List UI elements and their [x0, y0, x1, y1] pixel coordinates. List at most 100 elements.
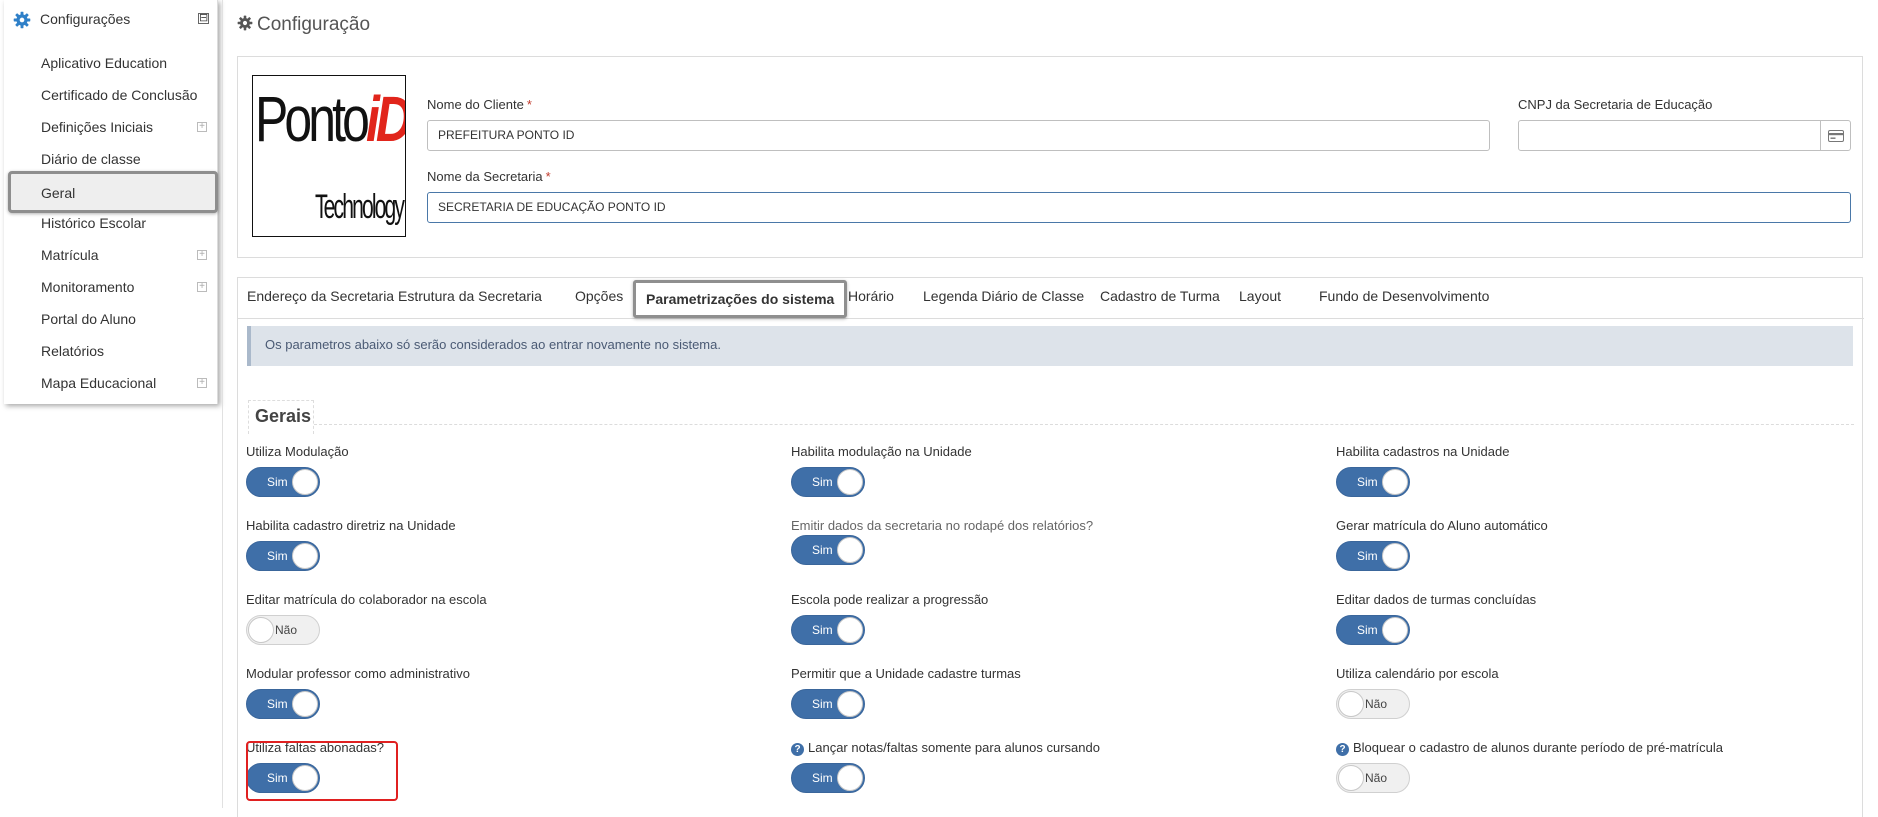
toggle-switch[interactable]: Não [1336, 689, 1410, 719]
toggle-value: Sim [1357, 549, 1378, 563]
tab-layout[interactable]: Layout [1239, 288, 1281, 304]
cnpj-input[interactable] [1518, 120, 1851, 151]
nome-secretaria-label: Nome da Secretaria * [427, 169, 551, 184]
option-label-text: Utiliza Modulação [246, 444, 349, 459]
page-title-text: Configuração [257, 14, 371, 35]
gear-icon [237, 15, 253, 31]
expand-icon[interactable]: + [197, 378, 207, 388]
tab-parametrizacoes-do-sistema[interactable]: Parametrizações do sistema [633, 280, 848, 318]
option-label-text: Bloquear o cadastro de alunos durante pe… [1353, 740, 1724, 755]
toggle-value: Não [1365, 697, 1388, 711]
sidebar-item-aplicativo-education[interactable]: Aplicativo Education [4, 47, 218, 79]
sidebar-item-label: Diário de classe [41, 151, 141, 167]
sidebar-item-mapa-educacional[interactable]: Mapa Educacional + [4, 367, 218, 399]
sidebar-item-label: Definições Iniciais [41, 119, 154, 135]
tab-cadastro-de-turma[interactable]: Cadastro de Turma [1100, 288, 1220, 304]
toggle-switch[interactable]: Sim [791, 467, 865, 497]
toggle-value: Sim [812, 475, 833, 489]
main-content: Configuração PontoiD Technology Nome do … [222, 0, 1878, 817]
toggle-switch[interactable]: Sim [1336, 615, 1410, 645]
help-icon[interactable]: ? [791, 743, 804, 756]
option-label: Escola pode realizar a progressão [791, 592, 988, 607]
option-label: Habilita modulação na Unidade [791, 444, 972, 459]
page-title: Configuração [237, 14, 370, 36]
toggle-switch[interactable]: Não [1336, 763, 1410, 793]
expand-icon[interactable]: + [197, 250, 207, 260]
expand-icon[interactable]: + [197, 282, 207, 292]
sidebar-item-label: Aplicativo Education [41, 55, 168, 71]
toggle-value: Sim [812, 697, 833, 711]
toggle-switch[interactable]: Sim [791, 615, 865, 645]
option-label: Utiliza calendário por escola [1336, 666, 1499, 681]
toggle-switch[interactable]: Sim [1336, 467, 1410, 497]
toggle-knob [837, 617, 863, 643]
toggle-switch[interactable]: Sim [246, 467, 320, 497]
toggle-value: Sim [812, 543, 833, 557]
tab-fundo-de-desenvolvimento[interactable]: Fundo de Desenvolvimento [1319, 288, 1489, 304]
sidebar-item-certificado-de-conclusao[interactable]: Certificado de Conclusão [4, 79, 218, 111]
help-icon[interactable]: ? [1336, 743, 1349, 756]
toggle-knob [292, 691, 318, 717]
nome-cliente-input[interactable]: PREFEITURA PONTO ID [427, 120, 1490, 151]
tab-bar: Endereço da Secretaria Estrutura da Secre… [238, 278, 1864, 319]
option-label-text: Escola pode realizar a progressão [791, 592, 989, 607]
option-label-text: Utiliza calendário por escola [1336, 666, 1499, 681]
option-label: ? Lançar notas/faltas somente para alunos… [791, 740, 1100, 756]
toggle-switch[interactable]: Sim [246, 541, 320, 571]
option-label-text: Habilita cadastro diretriz na Unidade [246, 518, 456, 533]
section-title: Gerais [255, 406, 312, 426]
option-label-text: Lançar notas/faltas somente para alunos … [808, 740, 1100, 755]
sidebar-item-historico-escolar[interactable]: Histórico Escolar [4, 207, 218, 239]
client-panel: PontoiD Technology Nome do Cliente * PREF… [237, 56, 1863, 258]
toggle-switch[interactable]: Sim [246, 689, 320, 719]
expand-icon[interactable]: + [197, 122, 207, 132]
sidebar-item-monitoramento[interactable]: Monitoramento + [4, 271, 218, 303]
toggle-value: Sim [267, 697, 288, 711]
option-label: Modular professor como administrativo [246, 666, 470, 681]
tab-legenda-diario-de-classe[interactable]: Legenda Diário de Classe [923, 288, 1084, 304]
toggle-knob [248, 617, 274, 643]
credit-card-icon [1820, 121, 1850, 150]
sidebar-item-label: Mapa Educacional [41, 375, 157, 391]
toggle-knob [837, 765, 863, 791]
sidebar-item-relatorios[interactable]: Relatórios [4, 335, 218, 367]
toggle-value: Sim [812, 771, 833, 785]
toggle-knob [1338, 765, 1364, 791]
nome-cliente-label: Nome do Cliente * [427, 97, 532, 112]
client-logo: PontoiD Technology [252, 75, 406, 237]
toggle-switch[interactable]: Sim [791, 535, 865, 565]
sidebar-item-label: Portal do Aluno [41, 311, 136, 327]
logo-subtext: Technology [315, 188, 405, 226]
tab-endereco-da-secretaria[interactable]: Endereço da Secretaria [247, 288, 394, 304]
collapse-icon[interactable]: ⊟ [198, 13, 209, 24]
tab-horario[interactable]: Horário [848, 288, 894, 304]
option-label-text: Gerar matrícula do Aluno automático [1336, 518, 1548, 533]
toggle-switch[interactable]: Sim [791, 763, 865, 793]
option-label-text: Editar matrícula do colaborador na escol… [246, 592, 487, 607]
toggle-value: Não [275, 623, 298, 637]
tab-opcoes[interactable]: Opções [575, 288, 623, 304]
tab-estrutura-da-secretaria[interactable]: Estrutura da Secretaria [398, 288, 542, 304]
toggle-knob [1382, 469, 1408, 495]
sidebar-item-label: Matrícula [41, 247, 99, 263]
toggle-knob [837, 537, 863, 563]
toggle-switch[interactable]: Sim [1336, 541, 1410, 571]
sidebar-item-label: Histórico Escolar [41, 215, 147, 231]
sidebar-item-label: Relatórios [41, 343, 105, 359]
sidebar-item-matricula[interactable]: Matrícula + [4, 239, 218, 271]
sidebar: Configurações ⊟ Aplicativo Education Cert… [4, 0, 218, 404]
toggle-value: Sim [267, 475, 288, 489]
highlight-annotation [246, 741, 398, 801]
sidebar-item-portal-do-aluno[interactable]: Portal do Aluno [4, 303, 218, 335]
toggle-value: Sim [812, 623, 833, 637]
sidebar-item-definicoes-iniciais[interactable]: Definições Iniciais + [4, 111, 218, 143]
option-label-text: Habilita cadastros na Unidade [1336, 444, 1510, 459]
nome-secretaria-input[interactable]: SECRETARIA DE EDUCAÇÃO PONTO ID [427, 192, 1851, 223]
toggle-switch[interactable]: Sim [791, 689, 865, 719]
sidebar-title: Configurações [40, 11, 131, 27]
toggle-switch[interactable]: Não [246, 615, 320, 645]
sidebar-header[interactable]: Configurações ⊟ [4, 0, 218, 40]
gear-icon [13, 11, 31, 29]
toggle-knob [1382, 617, 1408, 643]
cnpj-label: CNPJ da Secretaria de Educação [1518, 97, 1713, 112]
